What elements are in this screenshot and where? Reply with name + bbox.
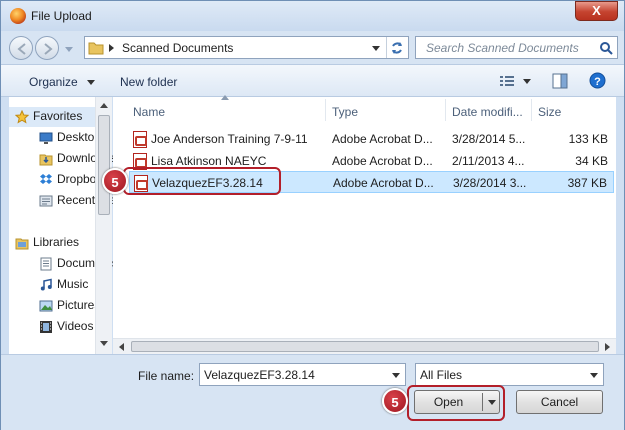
organize-label: Organize [29, 75, 78, 89]
title-bar: File Upload X [1, 1, 624, 31]
videos-icon [40, 320, 52, 333]
downloads-icon [39, 154, 53, 166]
sidebar-item-label: Music [57, 277, 89, 291]
search-icon[interactable] [599, 41, 613, 55]
recent-pages-chevron-icon[interactable] [65, 47, 73, 52]
column-header-date[interactable]: Date modifi... [452, 105, 523, 119]
step-badge: 5 [382, 388, 408, 414]
callout-highlight-file [123, 167, 281, 195]
close-button[interactable]: X [575, 1, 618, 21]
horizontal-scroll-thumb[interactable] [131, 341, 599, 352]
sidebar-item-label: Favorites [33, 109, 83, 123]
forward-arrow-icon [44, 43, 53, 55]
dialog-footer: File name: VelazquezEF3.28.14 All Files … [1, 354, 624, 430]
file-upload-dialog: File Upload X Scanned Documents Search S… [0, 0, 625, 430]
split-divider [482, 393, 483, 411]
pdf-file-icon [133, 131, 147, 148]
open-button[interactable]: Open [414, 390, 500, 414]
help-icon[interactable]: ? [589, 72, 606, 89]
file-type: Adobe Acrobat D... [332, 154, 433, 168]
breadcrumb-separator-icon [109, 44, 114, 52]
file-type-select[interactable]: All Files [415, 363, 604, 386]
back-arrow-icon [17, 43, 26, 55]
column-divider [531, 99, 532, 121]
dropbox-icon [40, 173, 52, 184]
file-list: Name Type Date modifi... Size Joe Anders… [113, 95, 616, 338]
file-row[interactable]: Joe Anderson Training 7-9-11 Adobe Acrob… [129, 128, 614, 150]
view-options-chevron-icon[interactable] [523, 79, 531, 84]
scroll-up-arrow-icon[interactable] [100, 103, 108, 108]
step-badge: 5 [102, 168, 128, 194]
address-dropdown-icon[interactable] [372, 46, 380, 51]
sidebar-item-label: Libraries [33, 235, 80, 249]
firefox-icon [10, 8, 26, 24]
address-bar[interactable]: Scanned Documents [84, 36, 409, 59]
file-date: 3/28/2014 5... [452, 132, 526, 146]
file-size: 34 KB [575, 154, 608, 168]
breadcrumb-current-folder[interactable]: Scanned Documents [122, 41, 233, 55]
file-size: 133 KB [568, 132, 608, 146]
window-title: File Upload [31, 9, 92, 23]
preview-pane-icon[interactable] [552, 73, 568, 89]
sort-indicator-icon [221, 95, 229, 100]
file-type-dropdown-icon[interactable] [590, 373, 598, 378]
scroll-left-arrow-icon[interactable] [119, 343, 124, 351]
column-header-size[interactable]: Size [538, 105, 561, 119]
file-name-dropdown-icon[interactable] [392, 373, 400, 378]
scroll-thumb[interactable] [98, 115, 110, 215]
music-icon [40, 278, 52, 291]
file-type: Adobe Acrobat D... [332, 132, 433, 146]
scroll-right-arrow-icon[interactable] [605, 343, 610, 351]
file-name-field[interactable]: VelazquezEF3.28.14 [199, 363, 406, 386]
sidebar-item-label: Videos [57, 319, 94, 333]
documents-icon [40, 257, 52, 271]
horizontal-scrollbar[interactable] [113, 338, 616, 354]
column-header-type[interactable]: Type [332, 105, 358, 119]
search-input[interactable]: Search Scanned Documents [426, 41, 579, 55]
open-options-chevron-icon[interactable] [488, 400, 496, 405]
organize-button[interactable]: Organize [29, 75, 96, 89]
file-name: Joe Anderson Training 7-9-11 [151, 132, 308, 146]
file-size: 387 KB [567, 176, 607, 190]
command-toolbar: Organize New folder ? [1, 64, 624, 97]
file-name-value[interactable]: VelazquezEF3.28.14 [204, 368, 315, 382]
sidebar-item-libraries[interactable]: Libraries [15, 235, 95, 255]
forward-button[interactable] [35, 36, 59, 60]
scroll-down-arrow-icon[interactable] [100, 341, 108, 346]
column-divider [325, 99, 326, 121]
search-box[interactable]: Search Scanned Documents [415, 36, 618, 59]
column-divider [445, 99, 446, 121]
organize-chevron-icon [87, 80, 96, 86]
cancel-button[interactable]: Cancel [516, 390, 603, 414]
refresh-icon[interactable] [389, 40, 405, 56]
address-divider [386, 37, 387, 58]
file-name-label: File name: [138, 369, 195, 383]
view-options-icon[interactable] [499, 74, 515, 88]
svg-text:?: ? [594, 76, 601, 88]
desktop-icon [39, 132, 53, 144]
file-type-value[interactable]: All Files [420, 368, 462, 382]
pictures-icon [39, 300, 53, 312]
new-folder-button[interactable]: New folder [120, 75, 177, 89]
sidebar-item-favorites[interactable]: Favorites [15, 109, 95, 129]
file-date: 3/28/2014 3... [453, 176, 527, 190]
libraries-icon [15, 238, 29, 250]
file-name: Lisa Atkinson NAEYC [151, 154, 267, 168]
column-header-name[interactable]: Name [133, 105, 165, 119]
navigation-bar: Scanned Documents Search Scanned Documen… [1, 31, 624, 64]
sidebar-item-label: Pictures [57, 298, 101, 312]
open-label: Open [433, 395, 464, 409]
star-icon [15, 109, 29, 124]
recent-icon [39, 195, 53, 207]
file-type: Adobe Acrobat D... [333, 176, 434, 190]
back-button[interactable] [9, 36, 33, 60]
file-date: 2/11/2013 4... [452, 154, 525, 168]
folder-icon [88, 42, 104, 55]
navigation-scrollbar[interactable] [95, 97, 112, 354]
